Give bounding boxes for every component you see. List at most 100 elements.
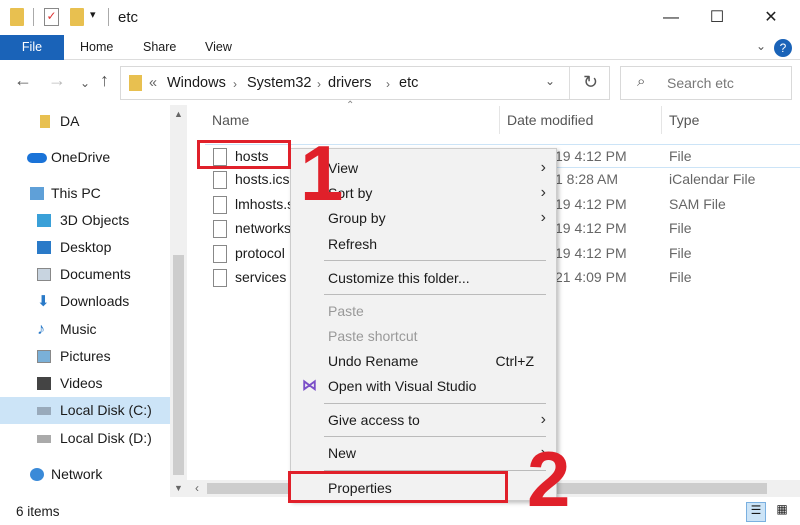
file-icon xyxy=(213,196,227,214)
maximize-button[interactable]: ☐ xyxy=(694,4,740,32)
menu-item-refresh[interactable]: Refresh xyxy=(291,232,556,256)
breadcrumb-windows[interactable]: Windows xyxy=(167,75,226,91)
item-count: 6 items xyxy=(16,504,60,519)
chevron-right-icon: › xyxy=(540,411,546,428)
folder-icon xyxy=(40,115,50,128)
column-header-name[interactable]: Name xyxy=(212,112,249,128)
visual-studio-icon: ⋈ xyxy=(302,377,317,394)
sidebar-item-3d-objects[interactable]: 3D Objects xyxy=(0,207,170,234)
details-view-button[interactable]: ☰ xyxy=(746,502,766,522)
column-header-date[interactable]: Date modified xyxy=(507,112,593,128)
calendar-file-icon xyxy=(213,171,227,189)
menu-item-open-visual-studio[interactable]: ⋈ Open with Visual Studio xyxy=(291,374,556,398)
chevron-right-icon: › xyxy=(540,184,546,201)
divider xyxy=(499,106,500,134)
breadcrumb-overflow[interactable]: « xyxy=(149,75,157,91)
new-folder-icon[interactable] xyxy=(70,8,84,26)
search-placeholder: Search etc xyxy=(667,75,734,91)
chevron-right-icon: › xyxy=(540,159,546,176)
help-button[interactable]: ? xyxy=(774,39,792,57)
scroll-up-icon[interactable]: ▲ xyxy=(174,109,183,119)
sidebar-item-pictures[interactable]: Pictures xyxy=(0,343,170,370)
highlight-hosts xyxy=(197,140,291,169)
sidebar-item-documents[interactable]: Documents xyxy=(0,261,170,288)
sidebar-scrollbar[interactable]: ▲ ▼ xyxy=(170,105,187,497)
refresh-icon[interactable]: ↻ xyxy=(583,72,598,93)
divider xyxy=(661,106,662,134)
sidebar-item-music[interactable]: ♪ Music xyxy=(0,316,170,343)
chevron-right-icon[interactable]: › xyxy=(317,77,321,91)
sort-ascending-icon: ⌃ xyxy=(346,100,355,111)
cloud-icon xyxy=(27,153,47,163)
minimize-button[interactable]: — xyxy=(648,4,694,32)
sidebar-item-local-disk-d[interactable]: Local Disk (D:) xyxy=(0,425,170,452)
tab-home[interactable]: Home xyxy=(66,35,127,60)
scroll-thumb[interactable] xyxy=(173,255,184,475)
breadcrumb-drivers[interactable]: drivers xyxy=(328,75,372,91)
back-button[interactable]: ← xyxy=(14,70,32,91)
large-icons-view-button[interactable]: ▦ xyxy=(772,502,792,522)
menu-item-paste[interactable]: Paste xyxy=(291,299,556,323)
divider xyxy=(33,8,34,26)
recent-locations-icon[interactable]: ⌄ xyxy=(80,76,90,90)
desktop-icon xyxy=(37,241,51,254)
sidebar-item-videos[interactable]: Videos xyxy=(0,370,170,397)
chevron-right-icon[interactable]: › xyxy=(386,77,390,91)
forward-button[interactable]: → xyxy=(48,70,66,91)
scroll-left-icon[interactable]: ‹ xyxy=(195,481,199,495)
sidebar-item-desktop[interactable]: Desktop xyxy=(0,234,170,261)
tab-share[interactable]: Share xyxy=(129,35,190,60)
download-icon: ⬇ xyxy=(37,293,50,310)
sidebar-item-this-pc[interactable]: This PC xyxy=(0,180,170,207)
menu-item-customize[interactable]: Customize this folder... xyxy=(291,266,556,290)
pictures-icon xyxy=(37,350,51,363)
divider xyxy=(108,8,109,26)
breadcrumb-system32[interactable]: System32 xyxy=(247,75,311,91)
window-title: etc xyxy=(118,9,139,26)
menu-separator xyxy=(324,403,546,404)
sidebar-item-da[interactable]: DA xyxy=(0,108,170,135)
column-header-type[interactable]: Type xyxy=(669,112,699,128)
menu-item-new[interactable]: New › xyxy=(291,441,556,465)
menu-item-undo-rename[interactable]: Undo Rename Ctrl+Z xyxy=(291,349,556,373)
file-icon xyxy=(213,220,227,238)
file-icon xyxy=(213,269,227,287)
search-input[interactable]: ⌕ Search etc xyxy=(620,66,792,100)
folder-icon xyxy=(129,75,142,91)
chevron-right-icon: › xyxy=(540,209,546,226)
sidebar-item-network[interactable]: Network xyxy=(0,461,170,488)
menu-separator xyxy=(324,436,546,437)
computer-icon xyxy=(30,187,44,200)
ribbon: File Home Share View ⌄ ? xyxy=(0,35,800,60)
up-button[interactable]: ↑ xyxy=(100,70,109,91)
address-dropdown-icon[interactable]: ⌄ xyxy=(545,74,555,88)
expand-ribbon-icon[interactable]: ⌄ xyxy=(756,39,766,53)
menu-separator xyxy=(324,260,546,261)
menu-item-give-access[interactable]: Give access to › xyxy=(291,408,556,432)
network-icon xyxy=(30,468,44,481)
sidebar-item-downloads[interactable]: ⬇ Downloads xyxy=(0,288,170,315)
breadcrumb-etc[interactable]: etc xyxy=(399,75,418,91)
music-icon: ♪ xyxy=(37,321,45,338)
sidebar-item-onedrive[interactable]: OneDrive xyxy=(0,144,170,171)
properties-quick-icon[interactable]: ✓ xyxy=(44,8,59,26)
drive-icon xyxy=(37,435,51,443)
menu-item-paste-shortcut[interactable]: Paste shortcut xyxy=(291,324,556,348)
divider xyxy=(569,67,570,99)
folder-icon xyxy=(10,8,24,26)
customize-quick-access-icon[interactable]: ▾ xyxy=(90,8,96,21)
tab-view[interactable]: View xyxy=(191,35,246,60)
menu-separator xyxy=(324,294,546,295)
status-bar: 6 items ☰ ▦ xyxy=(0,500,800,525)
highlight-properties xyxy=(288,471,508,503)
cube-icon xyxy=(37,214,51,227)
documents-icon xyxy=(37,268,51,281)
sidebar-item-local-disk-c[interactable]: Local Disk (C:) xyxy=(0,397,170,424)
search-icon: ⌕ xyxy=(637,73,646,90)
scroll-down-icon[interactable]: ▼ xyxy=(174,483,183,493)
address-bar[interactable]: « Windows › System32 › drivers › etc ⌄ ↻ xyxy=(120,66,610,100)
file-icon xyxy=(213,245,227,263)
tab-file[interactable]: File xyxy=(0,35,64,60)
close-button[interactable]: ✕ xyxy=(748,4,794,32)
chevron-right-icon[interactable]: › xyxy=(233,77,237,91)
